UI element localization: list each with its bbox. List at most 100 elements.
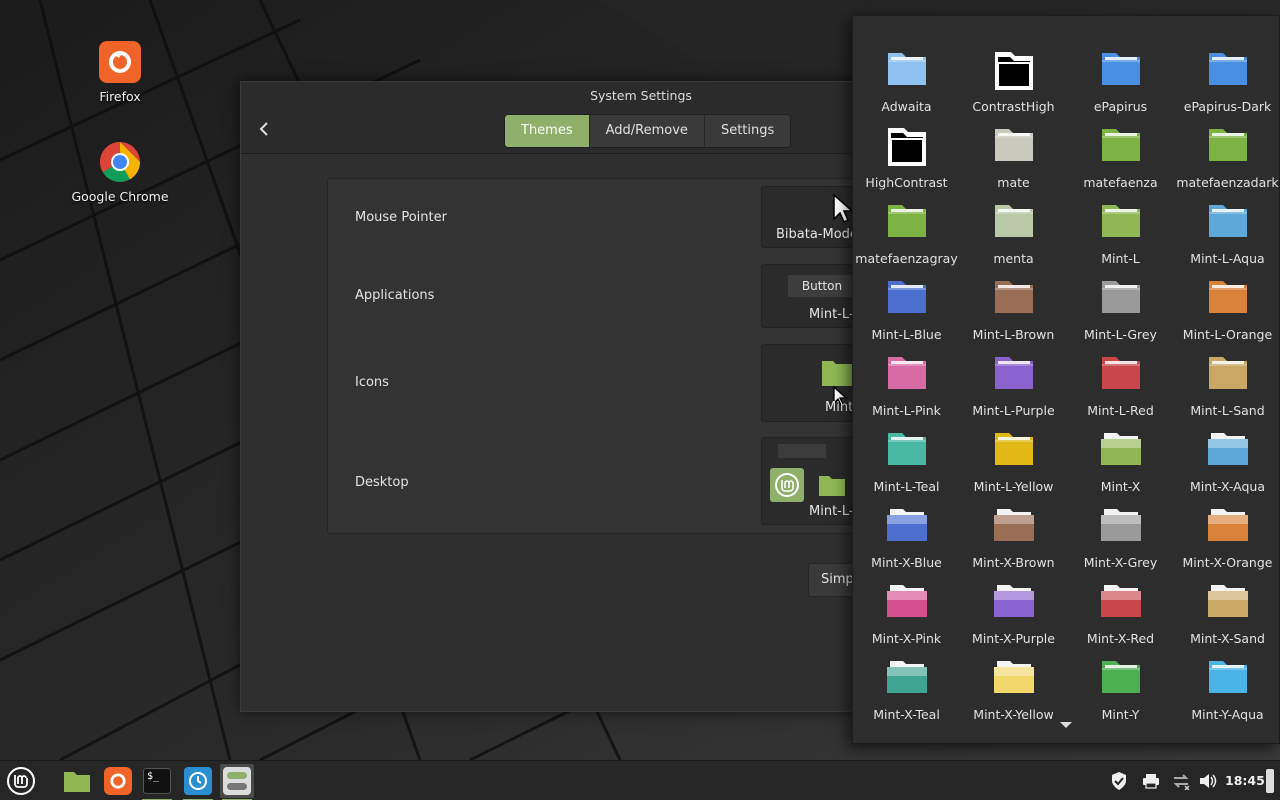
icon-theme-name: Mint-L-Teal — [873, 479, 940, 494]
desktop-preview-bar — [778, 444, 826, 458]
icon-theme-name: Mint-L-Sand — [1190, 403, 1265, 418]
icon-theme-item[interactable]: Mint-Y — [1067, 657, 1174, 733]
timeshift-icon — [184, 767, 212, 795]
icon-theme-item[interactable]: Adwaita — [853, 49, 960, 125]
icon-theme-name: Mint-Y-Aqua — [1191, 707, 1264, 722]
tray-shield[interactable] — [1108, 770, 1130, 792]
icon-theme-name: Mint-L-Orange — [1182, 327, 1273, 342]
icon-theme-item[interactable]: matefaenza — [1067, 125, 1174, 201]
mint-menu-icon — [7, 767, 35, 795]
taskbar-firefox[interactable] — [101, 764, 135, 798]
system-settings-window: System Settings Themes Add/Remove Settin… — [240, 81, 871, 712]
icon-theme-item[interactable]: Mint-L — [1067, 201, 1174, 277]
folder-icon — [1209, 661, 1247, 693]
icon-theme-item[interactable]: Mint-X-Orange — [1174, 505, 1279, 581]
icons-value: Mint — [825, 400, 854, 415]
theme-row-icons: Icons Mint — [328, 335, 871, 425]
desktop-value: Mint-L- — [809, 504, 854, 519]
taskbar-files[interactable] — [60, 764, 94, 798]
folder-icon — [1101, 585, 1141, 617]
icon-theme-item[interactable]: Mint-X-Teal — [853, 657, 960, 733]
tab-themes[interactable]: Themes — [505, 115, 590, 147]
folder-icon — [1101, 509, 1141, 541]
icon-theme-item[interactable]: Mint-L-Purple — [960, 353, 1067, 429]
icon-theme-item[interactable]: Mint-L-Aqua — [1174, 201, 1279, 277]
icon-theme-item[interactable]: Mint-L-Teal — [853, 429, 960, 505]
tab-settings[interactable]: Settings — [704, 115, 791, 147]
icon-theme-name: matefaenzadark — [1176, 175, 1279, 190]
icon-theme-item[interactable]: Mint-X-Purple — [960, 581, 1067, 657]
theme-panel: Mouse Pointer Bibata-Mode Applications B… — [327, 178, 871, 534]
folder-icon — [994, 585, 1034, 617]
folder-icon — [1102, 357, 1140, 389]
folder-icon — [995, 433, 1033, 465]
printer-icon — [1143, 774, 1159, 789]
icon-theme-name: Mint-X-Brown — [972, 555, 1055, 570]
icon-theme-item[interactable]: mate — [960, 125, 1067, 201]
icon-theme-name: Mint-L-Brown — [972, 327, 1055, 342]
icon-theme-item[interactable]: Mint-X-Grey — [1067, 505, 1174, 581]
tab-add-remove[interactable]: Add/Remove — [589, 115, 705, 147]
applications-value: Mint-L- — [809, 307, 854, 322]
icon-theme-name: ePapirus — [1093, 99, 1148, 114]
tray-printer[interactable] — [1140, 770, 1162, 792]
clock[interactable]: 18:45 — [1225, 773, 1265, 788]
icon-theme-item[interactable]: ePapirus-Dark — [1174, 49, 1279, 125]
desktop-icon-firefox[interactable]: Firefox — [65, 41, 175, 104]
icon-theme-item[interactable]: ContrastHigh — [960, 49, 1067, 125]
icon-theme-name: Adwaita — [881, 99, 932, 114]
icon-theme-item[interactable]: Mint-L-Brown — [960, 277, 1067, 353]
menu-button[interactable] — [4, 764, 38, 798]
icon-theme-item[interactable]: Mint-X-Aqua — [1174, 429, 1279, 505]
icon-theme-item[interactable]: Mint-L-Blue — [853, 277, 960, 353]
icon-theme-item[interactable]: HighContrast — [853, 125, 960, 201]
folder-icon — [887, 509, 927, 541]
icon-theme-item[interactable]: ePapirus — [1067, 49, 1174, 125]
icon-theme-name: Mint-X-Orange — [1182, 555, 1273, 570]
taskbar-terminal[interactable]: $_ — [140, 764, 174, 800]
icon-theme-item[interactable]: matefaenzagray — [853, 201, 960, 277]
icon-theme-name: menta — [993, 251, 1034, 266]
icon-theme-item[interactable]: Mint-X-Blue — [853, 505, 960, 581]
icon-theme-item[interactable]: Mint-L-Sand — [1174, 353, 1279, 429]
taskbar-timeshift[interactable] — [181, 764, 215, 800]
icon-theme-item[interactable]: Mint-L-Yellow — [960, 429, 1067, 505]
icon-theme-item[interactable]: Mint-L-Red — [1067, 353, 1174, 429]
volume-icon — [1200, 774, 1217, 788]
folder-icon — [887, 585, 927, 617]
firefox-icon — [104, 767, 132, 795]
icon-theme-item[interactable]: Mint-X-Sand — [1174, 581, 1279, 657]
icon-theme-name: Mint-X-Red — [1086, 631, 1155, 646]
folder-icon — [1208, 585, 1248, 617]
icon-theme-item[interactable]: Mint-X-Brown — [960, 505, 1067, 581]
folder-icon — [1209, 357, 1247, 389]
icon-theme-item[interactable]: Mint-X — [1067, 429, 1174, 505]
folder-icon — [888, 205, 926, 237]
icon-theme-name: HighContrast — [865, 175, 948, 190]
show-desktop-button[interactable] — [1266, 769, 1274, 793]
icon-theme-item[interactable]: Mint-Y-Aqua — [1174, 657, 1279, 733]
icon-theme-name: Mint-X-Grey — [1083, 555, 1158, 570]
icon-theme-name: Mint-X-Sand — [1190, 631, 1265, 646]
icon-theme-item[interactable]: matefaenzadark — [1174, 125, 1279, 201]
back-button[interactable] — [253, 118, 275, 140]
tray-volume[interactable] — [1197, 770, 1219, 792]
taskbar-system-settings[interactable] — [220, 764, 254, 800]
icon-theme-name: Mint-L-Grey — [1084, 327, 1157, 342]
icon-theme-item[interactable]: Mint-X-Pink — [853, 581, 960, 657]
icon-theme-name: Mint-Y — [1101, 707, 1140, 722]
tray-network[interactable] — [1170, 770, 1192, 792]
icon-theme-item[interactable]: Mint-L-Pink — [853, 353, 960, 429]
icon-theme-item[interactable]: Mint-L-Grey — [1067, 277, 1174, 353]
theme-row-mouse-pointer: Mouse Pointer Bibata-Mode — [328, 179, 871, 257]
icon-theme-item[interactable]: Mint-X-Red — [1067, 581, 1174, 657]
icon-theme-item[interactable]: Mint-L-Orange — [1174, 277, 1279, 353]
folder-icon — [1102, 205, 1140, 237]
folder-icon — [888, 128, 926, 166]
icon-theme-item[interactable]: menta — [960, 201, 1067, 277]
icon-theme-item[interactable]: Mint-X-Yellow — [960, 657, 1067, 733]
scroll-down-arrow-icon[interactable] — [1060, 722, 1072, 728]
desktop-icon-chrome[interactable]: Google Chrome — [65, 141, 175, 204]
tab-bar: Themes Add/Remove Settings — [504, 114, 792, 148]
folder-icon — [995, 205, 1033, 237]
